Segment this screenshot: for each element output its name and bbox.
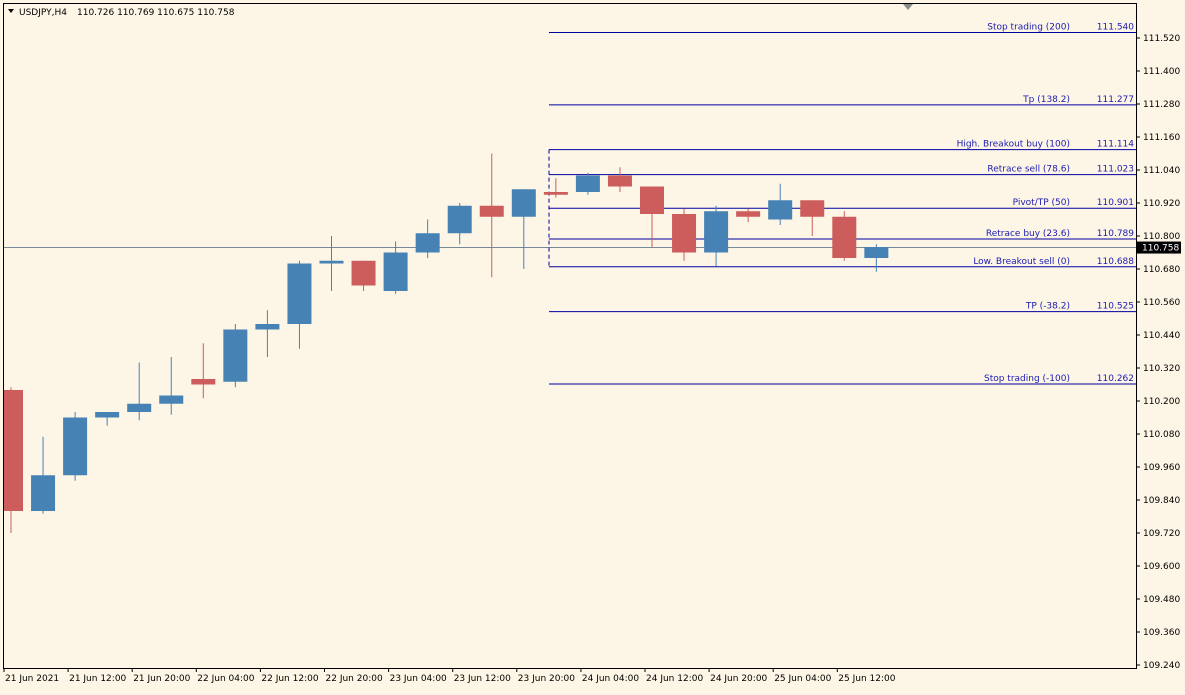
fib-level-label: Stop trading (200) — [987, 23, 1070, 33]
candle[interactable] — [575, 172, 600, 195]
fib-level-price: 110.688 — [1097, 257, 1134, 267]
x-tick-label: 21 Jun 2021 — [5, 674, 59, 684]
candle-body — [95, 412, 120, 418]
fib-level-price: 111.277 — [1097, 95, 1134, 105]
fib-level-label: Stop trading (-100) — [984, 374, 1070, 384]
candle-body — [255, 324, 280, 330]
fib-level-label: High. Breakout buy (100) — [957, 140, 1070, 150]
fib-level-label: Pivot/TP (50) — [1013, 198, 1070, 208]
x-tick-label: 23 Jun 20:00 — [518, 674, 575, 684]
candle-body — [607, 175, 632, 187]
y-tick-label: 109.480 — [1143, 595, 1180, 605]
fib-level-label: Retrace sell (78.6) — [987, 165, 1070, 175]
fib-level-price: 110.262 — [1097, 374, 1134, 384]
candle-body — [768, 200, 793, 220]
x-tick-label: 24 Jun 04:00 — [582, 674, 639, 684]
y-tick-label: 109.840 — [1143, 496, 1180, 506]
x-tick-label: 21 Jun 20:00 — [133, 674, 190, 684]
y-tick-label: 110.560 — [1143, 298, 1180, 308]
x-tick-label: 22 Jun 12:00 — [261, 674, 318, 684]
fib-level-price: 111.114 — [1097, 140, 1134, 150]
candle-body — [864, 247, 889, 258]
candle-body — [800, 200, 825, 217]
fib-level-label: Low. Breakout sell (0) — [973, 257, 1070, 267]
x-tick-label: 21 Jun 12:00 — [69, 674, 126, 684]
x-tick-label: 24 Jun 20:00 — [710, 674, 767, 684]
y-tick-label: 110.200 — [1143, 397, 1180, 407]
fib-level-label: TP (-38.2) — [1025, 302, 1070, 312]
y-tick-label: 110.080 — [1143, 430, 1180, 440]
candle-body — [736, 211, 761, 217]
candle-body — [447, 205, 472, 234]
candle-body — [127, 403, 152, 412]
candle-body — [543, 192, 568, 195]
y-tick-label: 109.720 — [1143, 529, 1180, 539]
fib-level-price: 111.023 — [1097, 165, 1134, 175]
y-tick-label: 111.520 — [1143, 34, 1180, 44]
candle[interactable] — [223, 324, 248, 388]
candle-body — [575, 175, 600, 192]
x-tick-label: 24 Jun 12:00 — [646, 674, 703, 684]
y-tick-label: 109.240 — [1143, 661, 1180, 671]
candle-body — [191, 379, 216, 385]
fib-level-price: 111.540 — [1097, 23, 1134, 33]
candle-body — [832, 216, 857, 258]
candle-body — [415, 233, 440, 253]
candle-body — [319, 260, 344, 264]
candle-body — [511, 189, 536, 217]
y-tick-label: 109.600 — [1143, 562, 1180, 572]
fib-level-label: Tp (138.2) — [1022, 95, 1070, 105]
price-tag-value: 110.758 — [1142, 244, 1179, 254]
fib-level-price: 110.789 — [1097, 229, 1134, 239]
candle-body — [287, 263, 312, 324]
candle-body — [704, 211, 729, 253]
x-tick-label: 25 Jun 04:00 — [774, 674, 831, 684]
x-tick-label: 22 Jun 04:00 — [197, 674, 254, 684]
candle[interactable] — [832, 211, 857, 261]
current-price-tag: 110.758 — [1137, 241, 1181, 254]
fib-level-price: 110.525 — [1097, 302, 1134, 312]
candle-body — [479, 205, 504, 217]
candle-body — [640, 186, 664, 214]
symbol-timeframe-label: USDJPY,H4 — [19, 8, 67, 18]
candle-body — [383, 252, 408, 291]
x-tick-label: 23 Jun 12:00 — [454, 674, 511, 684]
y-tick-label: 110.440 — [1143, 331, 1180, 341]
x-tick-label: 23 Jun 04:00 — [390, 674, 447, 684]
candle-body — [4, 390, 23, 511]
candle-body — [31, 475, 56, 511]
y-tick-label: 111.280 — [1143, 100, 1180, 110]
candle-body — [223, 329, 248, 382]
chart-canvas[interactable]: Stop trading (200) 111.540 Tp (138.2) 111.2… — [0, 0, 1185, 691]
ohlc-values: 110.726 110.769 110.675 110.758 — [77, 8, 235, 18]
y-tick-label: 110.680 — [1143, 265, 1180, 275]
y-tick-label: 111.040 — [1143, 166, 1180, 176]
candle[interactable] — [63, 412, 88, 481]
x-tick-label: 25 Jun 12:00 — [838, 674, 895, 684]
y-tick-label: 110.800 — [1143, 232, 1180, 242]
chart-background — [0, 0, 1185, 691]
y-tick-label: 111.160 — [1143, 133, 1180, 143]
candle-body — [672, 214, 697, 253]
fib-level-price: 110.901 — [1097, 198, 1134, 208]
y-tick-label: 110.320 — [1143, 364, 1180, 374]
candle-body — [351, 260, 376, 286]
candle-body — [63, 417, 88, 476]
y-tick-label: 109.360 — [1143, 628, 1180, 638]
fib-level-label: Retrace buy (23.6) — [986, 229, 1070, 239]
price-chart[interactable]: Stop trading (200) 111.540 Tp (138.2) 111.2… — [0, 0, 1185, 691]
y-tick-label: 110.920 — [1143, 199, 1180, 209]
x-tick-label: 22 Jun 20:00 — [326, 674, 383, 684]
chart-header: USDJPY,H4 110.726 110.769 110.675 110.75… — [8, 8, 235, 18]
y-tick-label: 109.960 — [1143, 463, 1180, 473]
y-tick-label: 111.400 — [1143, 67, 1180, 77]
candle-body — [159, 395, 184, 404]
